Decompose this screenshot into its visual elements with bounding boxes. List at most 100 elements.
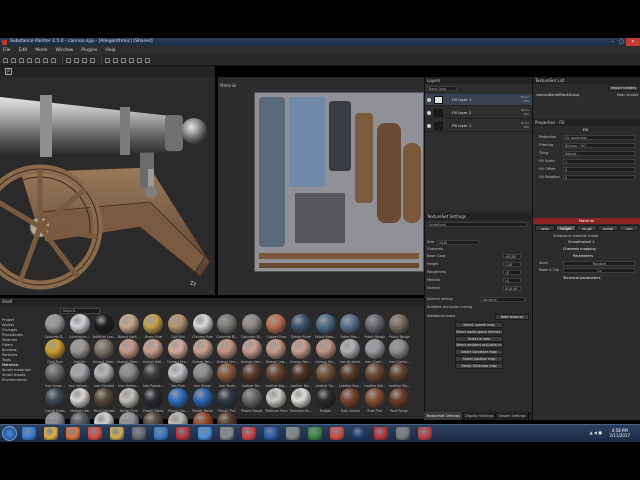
uv-scale-field[interactable]: 1	[563, 159, 635, 164]
channels-mapping-header[interactable]: Channels mapping	[563, 246, 596, 252]
viewport-2d[interactable]: Material	[218, 77, 424, 295]
minimize-button[interactable]: –	[608, 38, 617, 46]
seed-button[interactable]: Random	[563, 261, 635, 266]
taskbar-app8-icon[interactable]	[176, 427, 190, 440]
channel-format-select[interactable]: L8	[503, 270, 521, 275]
taskbar-ie-icon[interactable]	[22, 427, 36, 440]
iray-icon[interactable]	[137, 57, 142, 63]
channel-tab-height[interactable]: height	[556, 225, 576, 231]
clone-tool-icon[interactable]	[43, 57, 48, 63]
grid-icon[interactable]	[90, 57, 95, 63]
uv-rotation-field[interactable]: 0	[563, 175, 635, 180]
taskbar-media-icon[interactable]	[66, 427, 80, 440]
texture-set-shader[interactable]: Main shader	[617, 92, 638, 98]
uv-offset-field[interactable]: 0	[563, 167, 635, 172]
select-map-button[interactable]: Select id map	[455, 335, 503, 342]
projection-select[interactable]: UV projection	[563, 135, 635, 140]
channel-tab-color[interactable]: color	[535, 225, 555, 231]
viewport-3d[interactable]: Zy	[0, 77, 215, 295]
material-item[interactable]: Rubber	[314, 387, 338, 418]
menu-edit[interactable]: Edit	[19, 48, 28, 53]
tab-texture-set-settings[interactable]: TextureSet Settings	[424, 412, 464, 420]
taskbar-app6-icon[interactable]	[132, 427, 146, 440]
channel-tab-rough[interactable]: rough	[577, 225, 597, 231]
select-map-button[interactable]: Select ambient occlusion map	[455, 342, 503, 349]
tiling-select[interactable]: Repeat	[563, 151, 635, 156]
eraser-tool-icon[interactable]	[11, 57, 16, 63]
layer-blend-mode[interactable]: Norm 100	[521, 95, 529, 103]
channel-tab-metal[interactable]: metal	[598, 225, 618, 231]
parameters-header[interactable]: Parameters	[573, 253, 593, 259]
start-button[interactable]	[2, 426, 17, 441]
technical-parameters-header[interactable]: Technical parameters	[563, 275, 601, 281]
texture-set-name-field[interactable]: Undefined	[427, 222, 527, 227]
layer-row[interactable]: Fill layer 1 Norm 100	[425, 120, 532, 132]
filtering-select[interactable]: Bilinear | HQ	[563, 143, 635, 148]
channel-format-select[interactable]: RGB16F	[503, 286, 521, 291]
maximize-button[interactable]: ▢	[617, 38, 626, 46]
taskbar-chrome2-icon[interactable]	[330, 427, 344, 440]
menu-mode[interactable]: Mode	[35, 48, 47, 53]
menu-window[interactable]: Window	[56, 48, 74, 53]
select-map-button[interactable]: Select curvature map	[455, 349, 503, 356]
taskbar-chrome-icon[interactable]	[88, 427, 102, 440]
paint-brush-icon[interactable]: P	[5, 68, 12, 75]
camera-icon[interactable]	[74, 57, 79, 63]
visibility-eye-icon[interactable]	[427, 111, 431, 115]
taskbar-app11-icon[interactable]	[242, 427, 256, 440]
select-map-button[interactable]: Select world space normal map	[455, 328, 503, 335]
visibility-eye-icon[interactable]	[427, 98, 431, 102]
channel-format-select[interactable]: L8	[503, 278, 521, 283]
channel-format-select[interactable]: L16F	[503, 262, 521, 267]
split-view-icon[interactable]	[113, 57, 118, 63]
layer-channel-select[interactable]: Base Color	[427, 86, 457, 91]
taskbar-ps-icon[interactable]	[352, 427, 366, 440]
symmetry-icon[interactable]	[66, 57, 71, 63]
select-map-button[interactable]: Select position map	[455, 356, 503, 362]
projection-tool-icon[interactable]	[19, 57, 24, 63]
taskbar-app19-icon[interactable]	[418, 427, 432, 440]
view-mode-icon[interactable]	[105, 57, 110, 63]
tab-display-settings[interactable]: Display Settings	[463, 412, 497, 420]
taskbar-app18-icon[interactable]	[396, 427, 410, 440]
material-item[interactable]: Porcelain Bl...	[289, 387, 313, 418]
material-item[interactable]: Plastic Rough	[240, 387, 264, 418]
import-shaders-button[interactable]: Import shaders	[608, 85, 639, 91]
paint-tool-icon[interactable]	[3, 57, 8, 63]
taskbar-app9-icon[interactable]	[198, 427, 212, 440]
screenshot-icon[interactable]	[129, 57, 134, 63]
size-select[interactable]: 2048	[437, 240, 479, 245]
taskbar-app10-icon[interactable]	[220, 427, 234, 440]
select-map-button[interactable]: Select normal map	[455, 322, 503, 328]
substance-mode-value[interactable]: Smoothwood 1	[568, 239, 594, 245]
bake-textures-button[interactable]: Bake textures	[495, 314, 529, 320]
light-icon[interactable]	[82, 57, 87, 63]
taskbar-app14-icon[interactable]	[308, 427, 322, 440]
close-button[interactable]: ✕	[626, 38, 640, 46]
taskbar-app12-icon[interactable]	[264, 427, 278, 440]
taskbar-app17-icon[interactable]	[374, 427, 388, 440]
channel-tab-nrm[interactable]: nrm	[619, 225, 639, 231]
smudge-tool-icon[interactable]	[35, 57, 40, 63]
polygon-fill-icon[interactable]	[27, 57, 32, 63]
taskbar-app7-icon[interactable]	[154, 427, 168, 440]
settings-icon[interactable]	[145, 57, 150, 63]
shelf-category-environments[interactable]: Environments	[2, 378, 42, 383]
select-map-button[interactable]: Select thickness map	[455, 362, 503, 369]
taskbar-app13-icon[interactable]	[286, 427, 300, 440]
taskbar-explorer-icon[interactable]	[44, 427, 58, 440]
channel-format-select[interactable]: sRGB8	[503, 254, 521, 259]
texture-set-item[interactable]: cannonBarrelBlackGroup	[536, 92, 579, 98]
tab-viewer-settings[interactable]: Viewer Settings	[496, 412, 529, 420]
material-item[interactable]: Rust Fine	[363, 387, 387, 418]
clock[interactable]: 4:58 PM 2/11/2017	[609, 428, 630, 438]
layer-blend-mode[interactable]: Norm 100	[521, 121, 529, 129]
menu-file[interactable]: File	[3, 48, 11, 53]
make-it-tile-toggle[interactable]: On	[563, 268, 635, 273]
material-item[interactable]: Platinum Pure	[264, 387, 288, 418]
material-item[interactable]: Rust Rough	[387, 387, 411, 418]
normal-mixing-select[interactable]: Combine	[480, 297, 525, 302]
system-tray[interactable]: ▲ ◀ ■	[590, 430, 602, 435]
layer-row[interactable]: Fill layer 2 Norm 100	[425, 107, 532, 119]
render-icon[interactable]	[121, 57, 126, 63]
